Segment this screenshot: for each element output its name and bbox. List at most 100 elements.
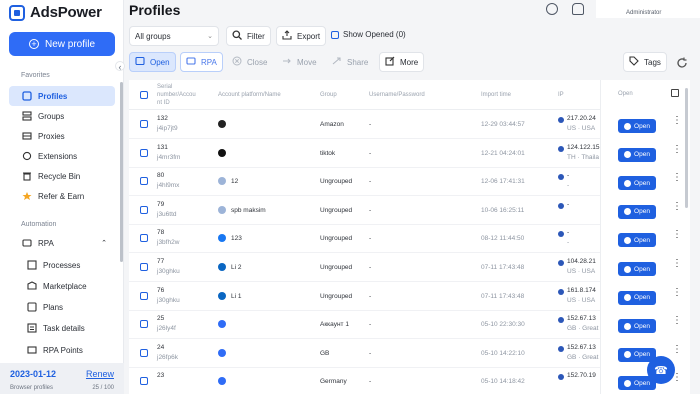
row-more-menu-icon[interactable]: ⋮: [672, 316, 682, 326]
sidebar-item-proxies[interactable]: Proxies: [9, 126, 115, 146]
sidebar-item-marketplace[interactable]: Marketplace: [9, 276, 115, 296]
select-all-checkbox[interactable]: [140, 91, 148, 99]
row-checkbox[interactable]: [140, 177, 148, 186]
row-checkbox[interactable]: [140, 205, 148, 214]
row-more-menu-icon[interactable]: ⋮: [672, 287, 682, 297]
collapse-sidebar-icon[interactable]: ‹: [115, 61, 125, 72]
share-button[interactable]: Share: [327, 52, 373, 72]
ip-flag-icon: [558, 202, 564, 209]
refresh-icon[interactable]: [676, 56, 688, 74]
table-row[interactable]: 80 j4hl9mx 12 Ungrouped - 12-06 17:41:31…: [129, 167, 600, 197]
filter-button[interactable]: Filter: [226, 26, 271, 46]
facebook-icon: [218, 234, 226, 243]
browser-profiles-label: Browser profiles: [10, 385, 54, 391]
row-checkbox[interactable]: [140, 148, 148, 157]
sidebar-item-task-details[interactable]: Task details: [9, 318, 115, 338]
column-settings-icon[interactable]: [671, 89, 679, 97]
sidebar-item-extensions[interactable]: Extensions: [9, 146, 115, 166]
open-profile-button[interactable]: Open: [618, 262, 656, 276]
sidebar-scrollbar[interactable]: [120, 82, 123, 262]
browser-icon: [624, 236, 632, 244]
open-button[interactable]: Open: [129, 52, 176, 72]
open-profile-button[interactable]: Open: [618, 176, 656, 191]
move-button[interactable]: Move: [277, 52, 322, 72]
row-more-menu-icon[interactable]: ⋮: [672, 344, 682, 354]
table-row[interactable]: 78 j3bfh2w 123 Ungrouped - 08-12 11:44:5…: [129, 224, 600, 254]
header-open: Open: [618, 91, 633, 97]
rpa-icon: [186, 56, 196, 68]
open-profile-button[interactable]: Open: [618, 119, 656, 133]
row-more-menu-icon[interactable]: ⋮: [672, 116, 682, 126]
table-row[interactable]: 79 j3u6ttd spb maksim Ungrouped - 10-06 …: [129, 196, 600, 225]
globe-icon: [218, 205, 226, 214]
username: -: [369, 235, 372, 243]
table-row[interactable]: 25 j26ly4f Аккаунт 1 - 05-10 22:30:30 15…: [129, 310, 600, 340]
table-row[interactable]: 76 j30ghku Li 1 Ungrouped - 07-11 17:43:…: [129, 282, 600, 311]
search-icon: [232, 30, 242, 42]
row-checkbox[interactable]: [140, 320, 148, 329]
table-row[interactable]: 77 j30ghku Li 2 Ungrouped - 07-11 17:43:…: [129, 253, 600, 282]
open-column: Open Open ⋮ Open ⋮ Open ⋮ Open ⋮ Open ⋮ Open ⋮ Open ⋮…: [600, 80, 690, 394]
notification-bell-icon[interactable]: [572, 3, 584, 15]
open-profile-button[interactable]: Open: [618, 319, 656, 334]
table-header: Serial number/Accou nt ID Account platfo…: [129, 80, 600, 110]
table-row[interactable]: 23 Germany - 05-10 14:18:42 152.70.19: [129, 367, 600, 394]
username: -: [369, 178, 372, 186]
open-button-label: Open: [634, 265, 650, 273]
sidebar-item-profiles[interactable]: Profiles: [9, 86, 115, 106]
row-more-menu-icon[interactable]: ⋮: [672, 144, 682, 154]
tags-button[interactable]: Tags: [623, 52, 667, 72]
open-profile-button[interactable]: Open: [618, 147, 656, 162]
row-checkbox[interactable]: [140, 120, 148, 128]
open-profile-button[interactable]: Open: [618, 290, 656, 305]
sidebar-item-plans[interactable]: Plans: [9, 297, 115, 317]
ip-flag-icon: [558, 317, 564, 324]
browser-icon: [624, 294, 632, 302]
sidebar-item-recycle-bin[interactable]: Recycle Bin: [9, 166, 115, 186]
open-button-label: Open: [634, 236, 650, 244]
header-serial-line2: number/Accou: [157, 92, 196, 98]
sidebar-item-rpa-points[interactable]: RPA Points: [9, 340, 115, 360]
sidebar-item-label: Processes: [43, 260, 81, 270]
rpa-button[interactable]: RPA: [180, 52, 223, 72]
row-checkbox[interactable]: [140, 377, 148, 386]
row-more-menu-icon[interactable]: ⋮: [672, 173, 682, 183]
row-more-menu-icon[interactable]: ⋮: [672, 201, 682, 211]
sidebar-item-processes[interactable]: Processes: [9, 255, 115, 275]
open-profile-button[interactable]: Open: [618, 233, 656, 248]
row-checkbox[interactable]: [140, 291, 148, 300]
processes-icon: [27, 260, 37, 270]
table-scrollbar[interactable]: [685, 88, 688, 208]
row-checkbox[interactable]: [140, 234, 148, 243]
table-row[interactable]: 131 j4mr3fm tiktok - 12-21 04:24:01 124.…: [129, 139, 600, 168]
favorites-section-label: Favorites: [21, 72, 50, 79]
more-button[interactable]: More: [379, 52, 425, 72]
renew-link[interactable]: Renew: [86, 369, 114, 379]
sidebar-item-groups[interactable]: Groups: [9, 106, 115, 126]
row-checkbox[interactable]: [140, 263, 148, 271]
close-button[interactable]: Close: [227, 52, 272, 72]
sidebar-item-refer-earn[interactable]: Refer & Earn: [9, 186, 115, 206]
open-profile-button[interactable]: Open: [618, 204, 656, 219]
row-more-menu-icon[interactable]: ⋮: [672, 230, 682, 240]
globe-icon: [218, 348, 226, 357]
export-button[interactable]: Export: [276, 26, 327, 46]
row-more-menu-icon[interactable]: ⋮: [672, 259, 682, 269]
row-checkbox[interactable]: [140, 348, 148, 357]
show-opened-checkbox[interactable]: [331, 30, 339, 39]
show-opened-toggle[interactable]: Show Opened (0): [331, 30, 406, 39]
table-row[interactable]: 24 j26fp6k GB - 05-10 14:22:10 152.67.13…: [129, 339, 600, 368]
sidebar-item-rpa[interactable]: RPA ⌃: [9, 233, 115, 253]
ip-flag-icon: [558, 345, 564, 352]
browser-icon: [624, 208, 632, 216]
group-select-value: All groups: [135, 31, 171, 41]
new-profile-button[interactable]: + New profile: [9, 32, 115, 56]
group-select[interactable]: All groups ⌄: [129, 26, 219, 46]
app-window: { "app":{"name":"AdsPower","page_title":…: [0, 0, 700, 394]
sync-icon[interactable]: [546, 3, 558, 15]
support-chat-icon[interactable]: ☎: [647, 356, 675, 384]
sidebar-item-label: Refer & Earn: [38, 191, 85, 201]
table-row[interactable]: 132 j4ip7jt9 Amazon - 12-29 03:44:57 217…: [129, 110, 600, 139]
account-id: j4ip7jt9: [157, 125, 178, 132]
expiry-date: 2023-01-12: [10, 369, 57, 379]
